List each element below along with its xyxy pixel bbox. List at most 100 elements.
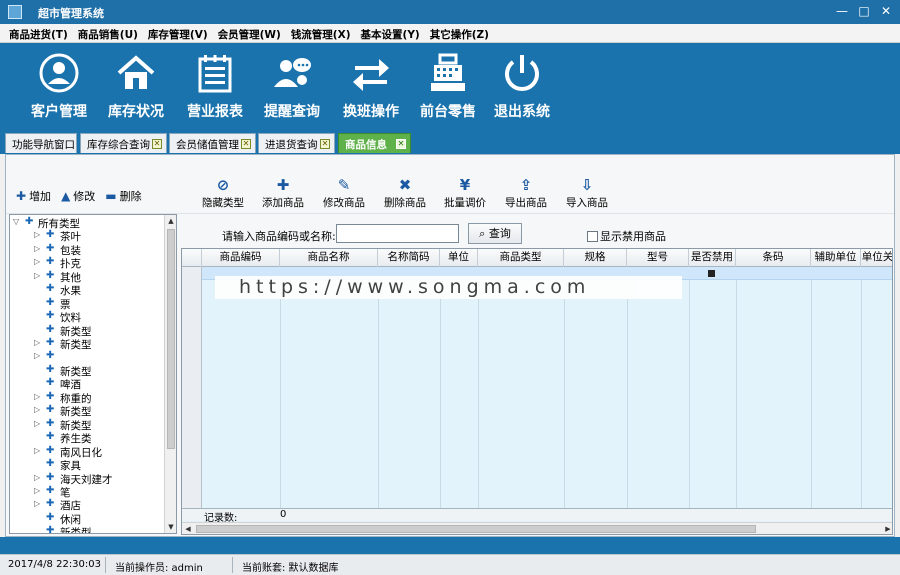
scroll-thumb[interactable] <box>196 525 756 533</box>
exit-system-button[interactable]: 退出系统 <box>482 43 562 127</box>
expand-icon[interactable]: ▷ <box>34 351 43 360</box>
tab-inventory-query[interactable]: 库存综合查询 ✕ <box>80 133 167 153</box>
delete-product-button[interactable]: ✖ 删除商品 <box>374 176 436 210</box>
window-controls: — □ ✕ <box>834 3 894 19</box>
tab-close-icon[interactable]: ✕ <box>152 139 162 149</box>
hide-type-button[interactable]: ⊘ 隐藏类型 <box>192 176 254 210</box>
expand-icon[interactable]: ▷ <box>34 392 43 401</box>
expand-icon[interactable]: ▷ <box>34 271 43 280</box>
grid-column-line <box>689 280 690 508</box>
url-overlay: https://www.songma.com <box>215 276 682 299</box>
tab-label: 功能导航窗口 <box>12 139 75 151</box>
expand-icon[interactable]: ▷ <box>34 419 43 428</box>
edit-product-button[interactable]: ✎ 修改商品 <box>313 176 375 210</box>
scroll-up-icon[interactable]: ▲ <box>166 215 176 227</box>
tab-member-storage[interactable]: 会员储值管理 ✕ <box>169 133 256 153</box>
category-node-icon: ✚ <box>46 458 55 470</box>
business-report-button[interactable]: 营业报表 <box>175 43 255 127</box>
col-product-type[interactable]: 商品类型 <box>478 249 564 267</box>
menu-cashflow[interactable]: 钱流管理(X) <box>286 24 356 42</box>
expand-icon[interactable]: ▷ <box>34 405 43 414</box>
import-product-button[interactable]: ⇩ 导入商品 <box>556 176 618 210</box>
tab-product-info[interactable]: 商品信息 ✕ <box>338 133 411 153</box>
expand-icon[interactable]: ▷ <box>34 446 43 455</box>
batch-price-button[interactable]: ¥ 批量调价 <box>434 176 496 210</box>
scroll-down-icon[interactable]: ▼ <box>166 521 176 533</box>
row-header-column <box>182 267 202 508</box>
expand-icon[interactable]: ▷ <box>34 473 43 482</box>
delete-product-label: 删除商品 <box>384 197 426 209</box>
customer-management-button[interactable]: 客户管理 <box>19 43 99 127</box>
col-aux-unit[interactable]: 辅助单位 <box>811 249 861 267</box>
grid-column-line <box>478 280 479 508</box>
category-tree[interactable]: ▽ ✚ 所有类型 ▷ ✚ 茶叶 ▷ ✚ 包装 ▷ ✚ 扑克 ▷ ✚ 其他 ✚ 水果 ✚ 票 ✚ 饮料 ✚ 新类型 ▷ ✚ 新… <box>9 214 177 534</box>
menu-other[interactable]: 其它操作(Z) <box>425 24 494 42</box>
expand-icon[interactable]: ▷ <box>34 338 43 347</box>
close-button[interactable]: ✕ <box>878 3 894 19</box>
col-model[interactable]: 型号 <box>627 249 689 267</box>
tree-scrollbar[interactable]: ▲ ▼ <box>164 215 176 533</box>
menu-member[interactable]: 会员管理(W) <box>213 24 286 42</box>
col-spec[interactable]: 规格 <box>564 249 627 267</box>
expand-icon[interactable]: ▷ <box>34 486 43 495</box>
tab-function-nav[interactable]: 功能导航窗口 <box>5 133 77 153</box>
category-node-icon: ✚ <box>46 390 55 402</box>
expand-icon[interactable]: ▷ <box>34 499 43 508</box>
stock-status-button[interactable]: 库存状况 <box>96 43 176 127</box>
export-product-button[interactable]: ⇪ 导出商品 <box>495 176 557 210</box>
menu-purchase[interactable]: 商品进货(T) <box>4 24 73 42</box>
category-node-icon: ✚ <box>46 511 55 523</box>
expand-icon[interactable]: ▷ <box>34 230 43 239</box>
triangle-up-icon: ▲ <box>61 189 71 203</box>
add-product-label: 添加商品 <box>262 197 304 209</box>
col-disabled[interactable]: 是否禁用 <box>689 249 736 267</box>
menu-settings[interactable]: 基本设置(Y) <box>356 24 425 42</box>
tab-close-icon[interactable]: ✕ <box>241 139 251 149</box>
window-title: 超市管理系统 <box>38 7 104 20</box>
collapse-icon[interactable]: ▽ <box>13 217 22 226</box>
col-unit[interactable]: 单位 <box>440 249 478 267</box>
add-category-button[interactable]: ✚ 增加 <box>16 188 55 204</box>
col-product-name[interactable]: 商品名称 <box>280 249 378 267</box>
reminder-query-button[interactable]: 提醒查询 <box>252 43 332 127</box>
tab-close-icon[interactable]: ✕ <box>396 139 406 149</box>
maximize-button[interactable]: □ <box>856 3 872 19</box>
scroll-right-icon[interactable]: ▶ <box>882 523 892 534</box>
minimize-button[interactable]: — <box>834 3 850 19</box>
delete-category-button[interactable]: ▬ 删除 <box>105 188 145 204</box>
expand-icon[interactable]: ▷ <box>34 257 43 266</box>
import-icon: ⇩ <box>580 176 594 194</box>
category-node-icon: ✚ <box>46 444 55 456</box>
tab-purchase-return-query[interactable]: 进退货查询 ✕ <box>258 133 335 153</box>
col-barcode[interactable]: 条码 <box>736 249 811 267</box>
menu-inventory[interactable]: 库存管理(V) <box>143 24 213 42</box>
shift-change-button[interactable]: 换班操作 <box>331 43 411 127</box>
export-icon: ⇪ <box>519 176 533 194</box>
home-icon <box>117 55 155 89</box>
menu-sales[interactable]: 商品销售(U) <box>73 24 143 42</box>
show-disabled-checkbox[interactable] <box>587 230 598 242</box>
swap-icon <box>353 59 389 91</box>
search-button[interactable]: ⌕ 查询 <box>468 223 522 244</box>
grid-column-line <box>280 280 281 508</box>
status-operator: 当前操作员: admin <box>115 563 203 574</box>
scroll-thumb[interactable] <box>167 229 175 449</box>
col-name-abbr[interactable]: 名称简码 <box>378 249 440 267</box>
col-product-code[interactable]: 商品编码 <box>202 249 280 267</box>
edit-category-button[interactable]: ▲ 修改 <box>61 188 99 204</box>
scroll-left-icon[interactable]: ◀ <box>182 523 194 534</box>
search-input[interactable] <box>336 224 459 243</box>
category-node-icon: ✚ <box>46 377 55 389</box>
expand-icon[interactable]: ▷ <box>34 244 43 253</box>
edit-category-label: 修改 <box>73 190 96 203</box>
disabled-checkbox-icon[interactable] <box>708 270 715 277</box>
category-node-icon: ✚ <box>46 350 55 362</box>
grid-column-line <box>811 280 812 508</box>
add-product-button[interactable]: ✚ 添加商品 <box>252 176 314 210</box>
show-disabled-toggle[interactable]: 显示禁用商品 <box>587 228 666 244</box>
col-unit-relation[interactable]: 单位关 <box>861 249 892 267</box>
front-retail-button[interactable]: 前台零售 <box>408 43 488 127</box>
search-label: 请输入商品编码或名称: <box>222 230 336 243</box>
tab-close-icon[interactable]: ✕ <box>320 139 330 149</box>
grid-horizontal-scrollbar[interactable]: ◀ ▶ <box>182 522 892 534</box>
